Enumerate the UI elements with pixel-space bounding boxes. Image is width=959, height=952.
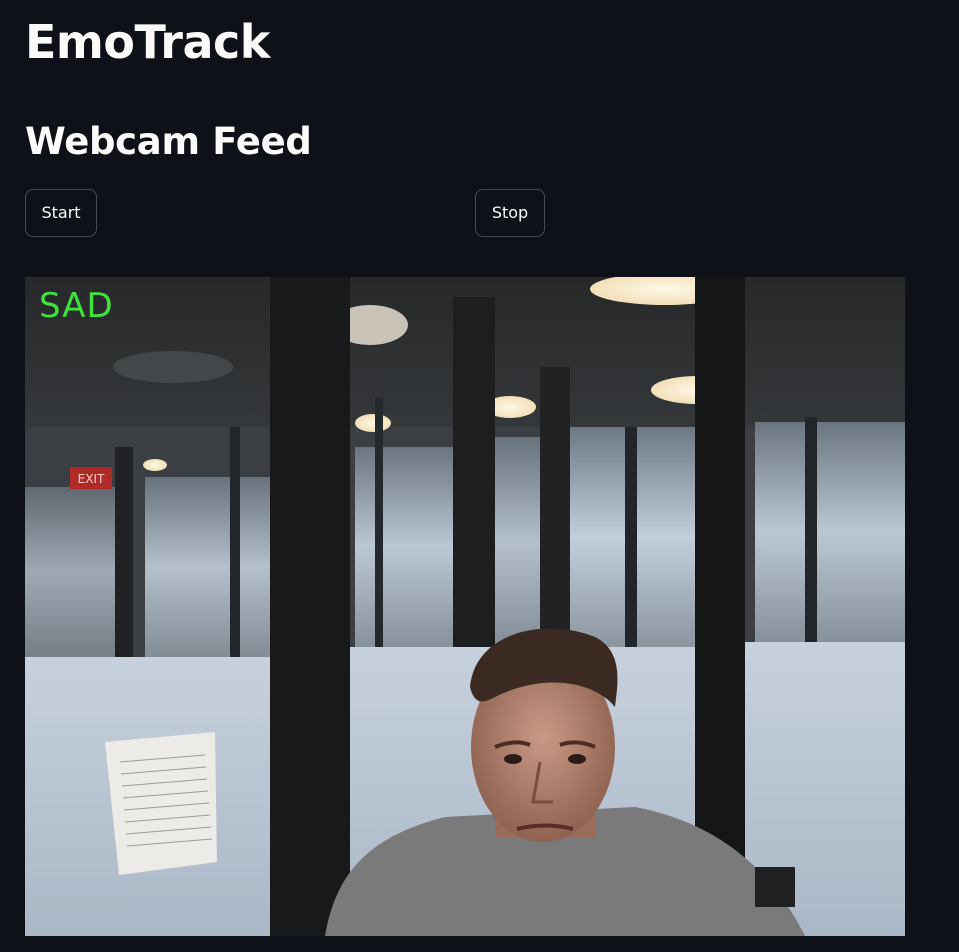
app-root: EmoTrack Webcam Feed Start Stop EXIT SAD — [0, 0, 959, 952]
section-subheader: Webcam Feed — [25, 120, 312, 163]
stop-button[interactable]: Stop — [475, 189, 545, 237]
start-button[interactable]: Start — [25, 189, 97, 237]
exit-sign: EXIT — [78, 472, 105, 486]
webcam-frame: EXIT — [25, 277, 905, 936]
app-title: EmoTrack — [25, 15, 270, 69]
emotion-label: SAD — [39, 286, 114, 326]
webcam-feed: EXIT SAD — [25, 277, 905, 936]
